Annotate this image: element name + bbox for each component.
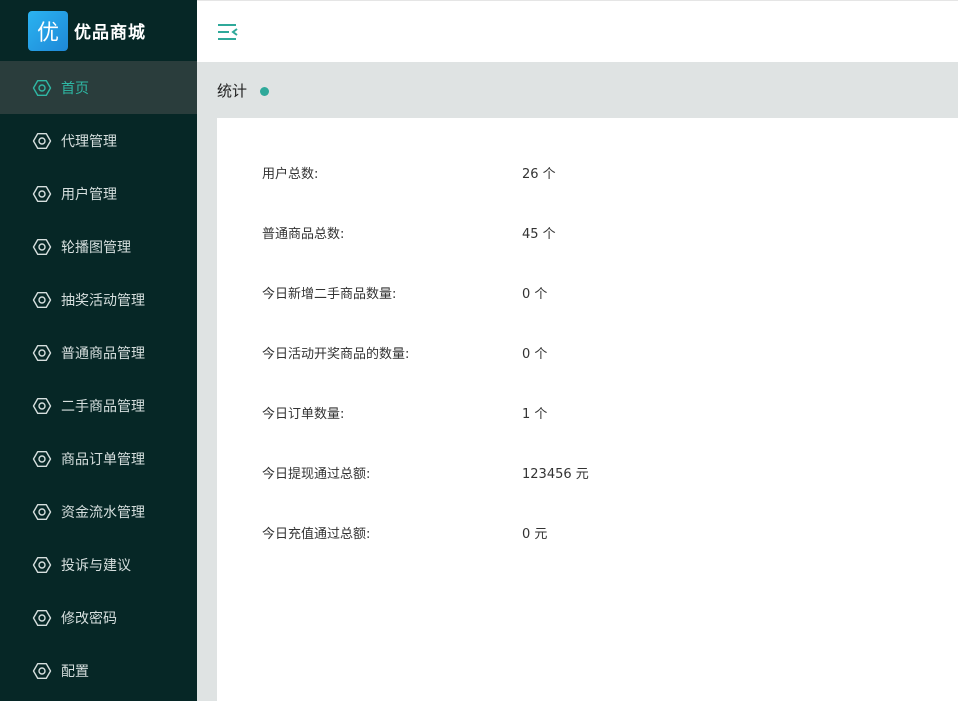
stat-row: 用户总数: 26 个: [262, 142, 589, 202]
gear-icon: [31, 236, 53, 258]
gear-icon: [31, 554, 53, 576]
gear-icon: [31, 183, 53, 205]
sidebar-item-banners[interactable]: 轮播图管理: [0, 220, 197, 273]
brand[interactable]: 优 优品商城: [0, 0, 197, 61]
gear-icon: [31, 660, 53, 682]
stat-value: 45 个: [522, 226, 556, 242]
sidebar-item-label: 首页: [61, 80, 89, 97]
sidebar-item-lottery[interactable]: 抽奖活动管理: [0, 273, 197, 326]
gear-icon: [31, 289, 53, 311]
sidebar-item-secondhand[interactable]: 二手商品管理: [0, 379, 197, 432]
top-bar: [197, 0, 958, 62]
sidebar-item-users[interactable]: 用户管理: [0, 167, 197, 220]
tab-stats[interactable]: 统计: [217, 80, 247, 101]
sidebar-item-label: 投诉与建议: [61, 557, 131, 574]
sidebar-item-orders[interactable]: 商品订单管理: [0, 432, 197, 485]
stat-row: 今日订单数量: 1 个: [262, 382, 589, 442]
stat-row: 今日提现通过总额: 123456 元: [262, 442, 589, 502]
stat-row: 今日活动开奖商品的数量: 0 个: [262, 322, 589, 382]
menu-fold-icon[interactable]: [217, 22, 239, 42]
stat-value: 0 元: [522, 526, 548, 542]
stat-row: 普通商品总数: 45 个: [262, 202, 589, 262]
stats-card: 用户总数: 26 个 普通商品总数: 45 个 今日新增二手商品数量: 0 个 …: [217, 118, 958, 701]
gear-icon: [31, 130, 53, 152]
stat-label: 用户总数:: [262, 166, 319, 182]
stat-row: 今日充值通过总额: 0 元: [262, 502, 589, 562]
sidebar-item-products[interactable]: 普通商品管理: [0, 326, 197, 379]
sidebar-item-label: 代理管理: [61, 133, 117, 150]
gear-icon: [31, 395, 53, 417]
sidebar-item-password[interactable]: 修改密码: [0, 591, 197, 644]
sidebar-item-home[interactable]: 首页: [0, 61, 197, 114]
stat-value: 123456 元: [522, 466, 589, 482]
sidebar-item-config[interactable]: 配置: [0, 644, 197, 697]
app-title: 优品商城: [74, 23, 146, 43]
stat-label: 今日充值通过总额:: [262, 526, 371, 542]
gear-icon: [31, 501, 53, 523]
gear-icon: [31, 342, 53, 364]
gear-icon: [31, 607, 53, 629]
sidebar-item-label: 资金流水管理: [61, 504, 145, 521]
stat-label: 今日订单数量:: [262, 406, 345, 422]
sidebar-item-funds[interactable]: 资金流水管理: [0, 485, 197, 538]
stat-row: 今日新增二手商品数量: 0 个: [262, 262, 589, 322]
stat-value: 26 个: [522, 166, 556, 182]
tab-bar: 统计: [197, 62, 958, 118]
logo-icon: 优: [28, 10, 68, 51]
gear-icon: [31, 448, 53, 470]
stat-value: 0 个: [522, 346, 548, 362]
sidebar-item-label: 配置: [61, 663, 89, 680]
gear-icon: [31, 77, 53, 99]
sidebar-item-label: 二手商品管理: [61, 398, 145, 415]
sidebar-item-label: 普通商品管理: [61, 345, 145, 362]
tab-active-dot: [260, 86, 270, 96]
stat-label: 今日活动开奖商品的数量:: [262, 346, 410, 362]
stat-label: 普通商品总数:: [262, 226, 345, 242]
stat-label: 今日提现通过总额:: [262, 466, 371, 482]
stat-value: 1 个: [522, 406, 548, 422]
sidebar-item-label: 修改密码: [61, 610, 117, 627]
stat-label: 今日新增二手商品数量:: [262, 286, 397, 302]
sidebar-nav: 首页 代理管理 用户管理 轮播图管理 抽奖活动管理 普通商品管理 二手商品管理: [0, 61, 197, 697]
stat-value: 0 个: [522, 286, 548, 302]
sidebar-item-label: 轮播图管理: [61, 239, 131, 256]
sidebar-item-feedback[interactable]: 投诉与建议: [0, 538, 197, 591]
sidebar-item-label: 用户管理: [61, 186, 117, 203]
stats-list: 用户总数: 26 个 普通商品总数: 45 个 今日新增二手商品数量: 0 个 …: [262, 142, 589, 562]
sidebar-item-agents[interactable]: 代理管理: [0, 114, 197, 167]
sidebar-item-label: 抽奖活动管理: [61, 292, 145, 309]
sidebar-item-label: 商品订单管理: [61, 451, 145, 468]
sidebar: 优 优品商城 首页 代理管理 用户管理 轮播图管理 抽奖活动管理 普通商品管理: [0, 0, 197, 701]
